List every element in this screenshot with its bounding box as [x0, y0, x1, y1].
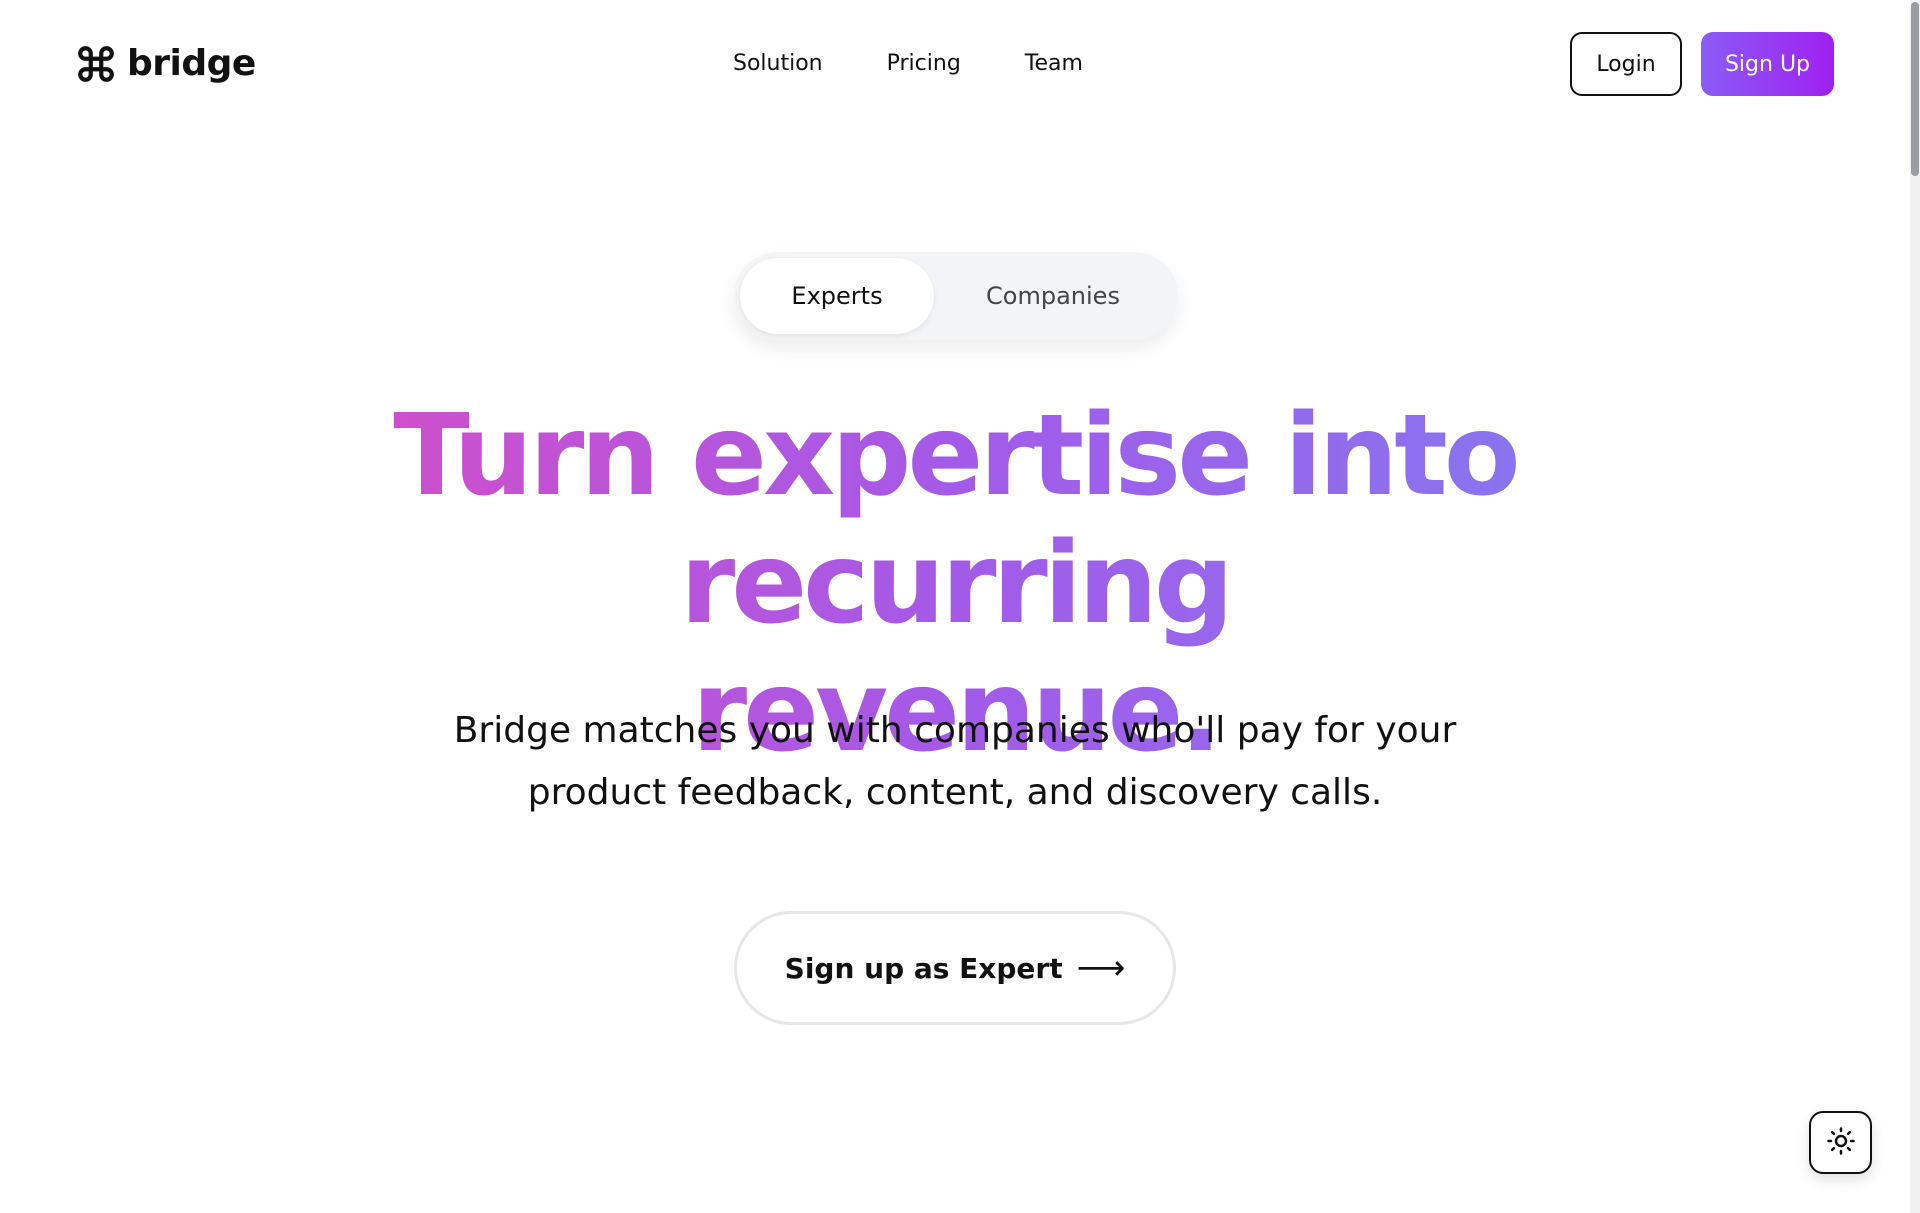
cta-label: Sign up as Expert	[784, 951, 1063, 985]
page: bridge Solution Pricing Team Login Sign …	[0, 0, 1920, 1213]
hero-title-line-1: Turn expertise into recurring	[393, 391, 1517, 649]
scrollbar-thumb[interactable]	[1911, 2, 1919, 176]
audience-toggle: Experts Companies	[734, 252, 1178, 340]
arrow-right-icon: ⟶	[1076, 948, 1126, 988]
signup-expert-button[interactable]: Sign up as Expert ⟶	[734, 911, 1176, 1025]
hero-subtitle: Bridge matches you with companies who'll…	[420, 700, 1490, 824]
toggle-option-companies[interactable]: Companies	[934, 258, 1172, 334]
top-navbar: bridge Solution Pricing Team Login Sign …	[0, 0, 1910, 128]
brand-logo-link[interactable]: bridge	[75, 40, 256, 88]
brand-name: bridge	[127, 43, 256, 84]
scrollbar-track[interactable]	[1910, 0, 1920, 1213]
sun-icon	[1826, 1126, 1856, 1159]
signup-button[interactable]: Sign Up	[1701, 32, 1834, 96]
toggle-option-experts[interactable]: Experts	[740, 258, 934, 334]
nav-link-pricing[interactable]: Pricing	[887, 46, 961, 82]
nav-link-solution[interactable]: Solution	[733, 46, 823, 82]
hero-subtitle-line-1: Bridge matches you with companies who'll…	[453, 710, 1457, 751]
command-key-icon	[75, 43, 117, 85]
main-nav: Solution Pricing Team	[733, 46, 1083, 82]
theme-toggle-button[interactable]	[1809, 1111, 1872, 1174]
login-button[interactable]: Login	[1570, 32, 1682, 96]
nav-link-team[interactable]: Team	[1025, 46, 1083, 82]
hero-subtitle-line-2: product feedback, content, and discovery…	[527, 772, 1383, 813]
